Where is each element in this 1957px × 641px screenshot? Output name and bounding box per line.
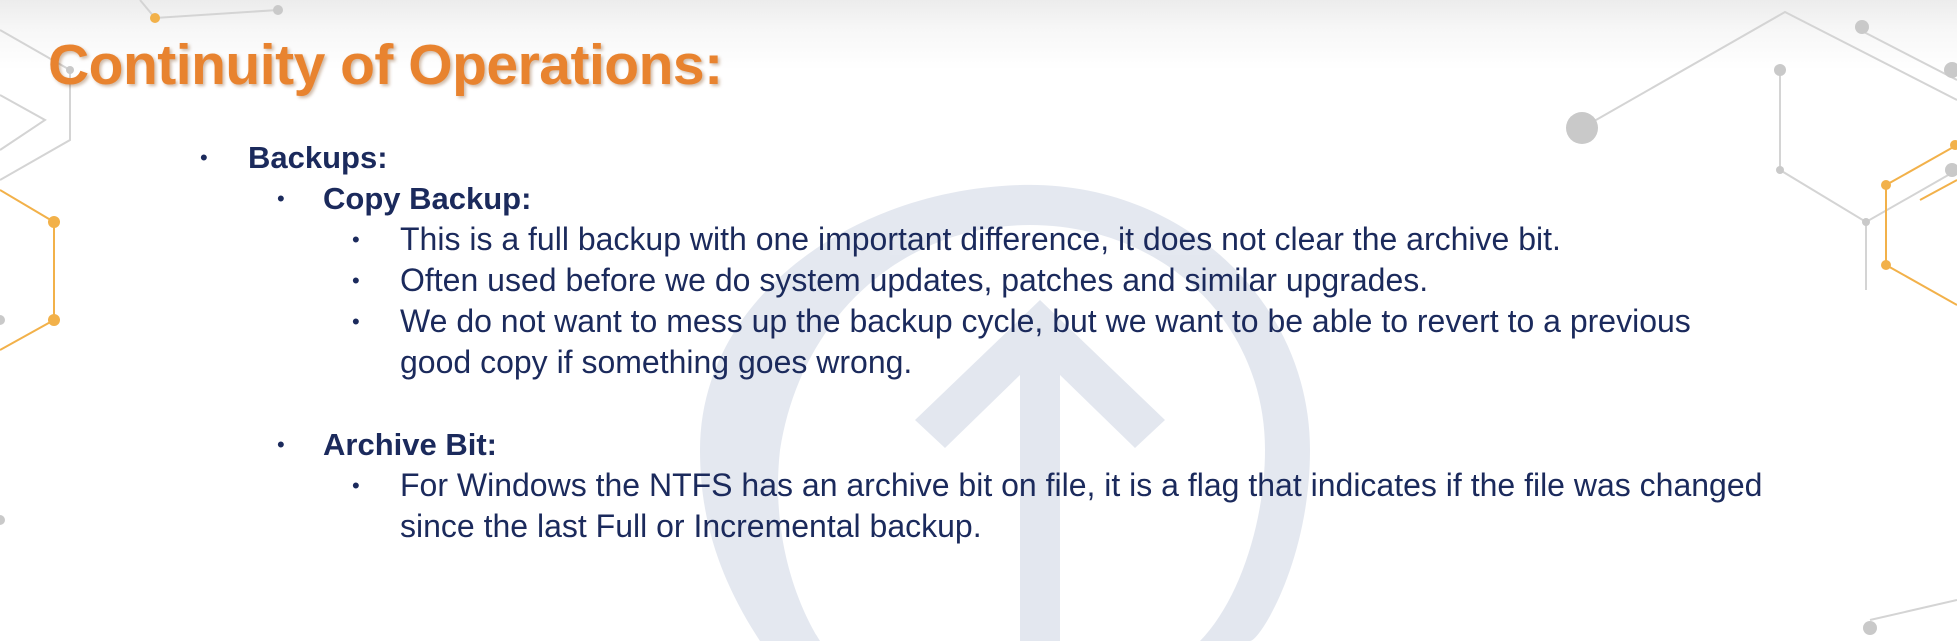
slide-body: • Backups: • Copy Backup: • This is a fu… [0, 0, 1957, 641]
bullet-dot: • [352, 473, 360, 498]
point-text: For Windows the NTFS has an archive bit … [400, 467, 1763, 503]
slide: Continuity of Operations: • Backups: • C… [0, 0, 1957, 641]
subsection-heading: Archive Bit: [323, 427, 497, 462]
section-heading: Backups: [248, 140, 388, 175]
point-text: This is a full backup with one important… [400, 221, 1561, 257]
point-text-continued: since the last Full or Incremental backu… [400, 508, 982, 544]
point-text: We do not want to mess up the backup cyc… [400, 303, 1691, 339]
point-text: Often used before we do system updates, … [400, 262, 1429, 298]
bullet-dot: • [352, 309, 360, 334]
subsection-heading: Copy Backup: [323, 181, 532, 216]
bullet-dot: • [352, 227, 360, 252]
bullet-dot: • [352, 268, 360, 293]
bullet-dot: • [277, 432, 285, 457]
bullet-dot: • [200, 145, 208, 170]
point-text-continued: good copy if something goes wrong. [400, 344, 913, 380]
bullet-dot: • [277, 186, 285, 211]
